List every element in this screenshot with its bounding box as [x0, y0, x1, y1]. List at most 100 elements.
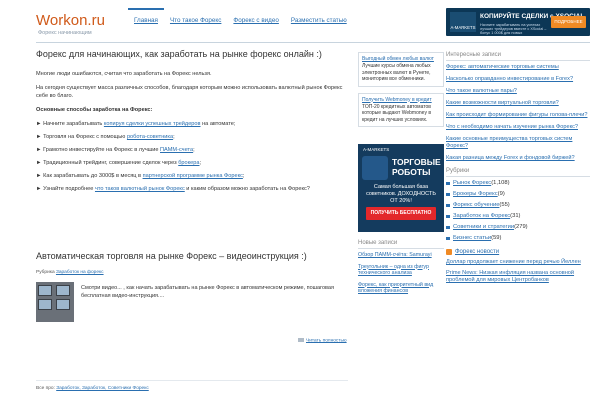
category-count: (31) [510, 213, 521, 219]
interesting-link[interactable]: Как происходит формирование фигуры голов… [446, 112, 590, 119]
recent-post-link[interactable]: Треугольник – одна из фигур технического… [358, 264, 444, 277]
trading-robots-banner[interactable]: A-MARKETS ТОРГОВЫЕ РОБОТЫ Самая большая … [358, 144, 444, 232]
news-heading: Форекс новости [446, 249, 590, 255]
header-divider [36, 42, 590, 43]
list-item-text: ► Узнайте подробнее [36, 186, 95, 192]
forex-news-link[interactable]: Форекс новости [455, 249, 499, 255]
category-link[interactable]: Заработок на форекс [56, 270, 104, 275]
robots-subtitle: Самая большая база советников. ДОХОДНОСТ… [366, 184, 436, 204]
list-item: ► Как зарабатывать до 3000$ в месяц в па… [36, 172, 348, 180]
post-thumbnail[interactable] [36, 282, 74, 322]
recent-posts-heading: Новые записи [358, 240, 444, 249]
interesting-heading: Интересные записи [446, 52, 590, 61]
article-paragraph: Многие люди ошибаются, считая что зарабо… [36, 71, 212, 77]
read-more-label: Читать полностью [306, 338, 347, 344]
category-link[interactable]: Рынок Форекс [453, 180, 491, 186]
category-link[interactable]: Бизнес статьи [453, 235, 491, 241]
news-link[interactable]: Prime News: Низкая инфляция названа осно… [446, 270, 590, 284]
category-item: Советники и стратегии (279) [446, 224, 590, 230]
nav-post-article[interactable]: Разместить статью [285, 8, 353, 28]
interesting-link[interactable]: Что с необходимо начать изучение рынка Ф… [446, 124, 590, 131]
post-divider [36, 380, 348, 381]
get-free-button[interactable]: ПОЛУЧИТЬ БЕСПЛАТНО [366, 207, 436, 220]
banner-subtitle: Начните зарабатывать на успехах лучших т… [480, 23, 547, 35]
copy-trades-link[interactable]: копируя сделки успешных трейдеров [104, 121, 201, 127]
category-count: (55) [499, 202, 510, 208]
banner-brand: A-MARKETS [450, 12, 476, 32]
rss-icon [446, 249, 452, 255]
tags-label: Все про: [36, 386, 57, 391]
list-item: ► Начните зарабатывать копируя сделки ус… [36, 120, 348, 128]
nav-forex-video[interactable]: Форекс с видео [227, 8, 284, 28]
video-post: Автоматическая торговля на рынке Форекс … [36, 250, 348, 391]
categories: Рубрики Рынок Форекс (1,108) Брокеры Фор… [446, 168, 590, 241]
post-category: Рубрика Заработок на форекс [36, 270, 348, 275]
post-tags: Все про: Заработок, Заработок, Советники… [36, 386, 149, 391]
partner-program-link[interactable]: партнерской программе рынка Форекс [143, 173, 243, 179]
list-item-text: ► Традиционный трейдинг, совершение сдел… [36, 160, 179, 166]
site-logo[interactable]: Workon.ru [36, 12, 105, 29]
interesting-link[interactable]: Что такое валютные пары? [446, 88, 590, 95]
tags-links[interactable]: Заработок, Заработок, Советники Форекс [56, 386, 149, 391]
category-item: Форекс обучение (55) [446, 202, 590, 208]
list-item: ► Узнайте подробнее что таков валютный р… [36, 185, 348, 193]
category-count: (59) [491, 235, 502, 241]
recent-posts: Новые записи Обзор ПАММ-счёта: Samurayi … [358, 240, 444, 300]
nav-what-is-forex[interactable]: Что такое Форекс [164, 8, 227, 28]
list-item-text: ► Грамотно инвестируйте на Форекс в лучш… [36, 147, 161, 153]
categories-heading: Рубрики [446, 168, 590, 177]
list-item-text: ► Как зарабатывать до 3000$ в месяц в [36, 173, 143, 179]
site-tagline: Форекс начинающим [38, 30, 92, 36]
list-item-text: и каким образом можно заработать на Форе… [184, 186, 310, 192]
news-link[interactable]: Доллар продолжает снижение перед речью Й… [446, 259, 590, 266]
interesting-link[interactable]: Какие возможности виртуальной торговли? [446, 100, 590, 107]
category-item: Рынок Форекс (1,108) [446, 180, 590, 186]
interesting-link[interactable]: Насколько оправданно инвестирование в Fo… [446, 76, 590, 83]
article-title[interactable]: Форекс для начинающих, как заработать на… [36, 48, 348, 60]
bullet-icon [446, 192, 450, 196]
broker-link[interactable]: брокера [178, 160, 199, 166]
ad-text: ТОП-20 кредитных автоматов которые выдаю… [362, 103, 431, 123]
recent-post-link[interactable]: Обзор ПАММ-счёта: Samurayi [358, 252, 444, 259]
methods-list: ► Начните зарабатывать копируя сделки ус… [36, 120, 348, 193]
bullet-icon [446, 181, 450, 185]
xsocial-banner[interactable]: A-MARKETS КОПИРУЙТЕ СДЕЛКИ с XSOCIAL Нач… [446, 8, 590, 36]
category-link[interactable]: Форекс обучение [453, 202, 499, 208]
ad-box-exchange: Выгодный обмен любых валют Лучшие курсы … [358, 52, 444, 87]
list-item: ► Торговля на Форекс с помощью робота-со… [36, 133, 348, 141]
banner-more-button[interactable]: ПОДРОБНЕЕ [551, 16, 586, 28]
interesting-link[interactable]: Форекс: автоматические торговые системы [446, 64, 590, 71]
read-more-link[interactable]: Читать полностью [298, 338, 347, 343]
main-nav: Главная Что такое Форекс Форекс с видео … [128, 8, 353, 28]
list-item-text: ; [242, 173, 245, 179]
interesting-link[interactable]: Какая разница между Forex и фондовой бир… [446, 155, 590, 162]
category-link[interactable]: Брокеры Форекс [453, 191, 498, 197]
article-body: Многие люди ошибаются, считая что зарабо… [36, 70, 348, 193]
list-item-text: ; [199, 160, 202, 166]
robot-advisor-link[interactable]: робота-советника [127, 134, 173, 140]
methods-title: Основные способы заработка на Форекс: [36, 107, 153, 113]
post-title[interactable]: Автоматическая торговля на рынке Форекс … [36, 250, 348, 262]
pamm-accounts-link[interactable]: ПАММ-счета [160, 147, 193, 153]
category-label: Рубрика [36, 270, 56, 275]
category-item: Брокеры Форекс (9) [446, 191, 590, 197]
category-count: (1,108) [491, 180, 510, 186]
category-link[interactable]: Заработок на Форекс [453, 213, 510, 219]
monitor-shape [38, 285, 52, 296]
bullet-icon [446, 214, 450, 218]
exchange-ad-link[interactable]: Выгодный обмен любых валют [362, 56, 440, 62]
what-is-forex-link[interactable]: что таков валютный рынок Форекс [95, 186, 185, 192]
recent-post-link[interactable]: Форекс, как приоритетный вид вложения фи… [358, 282, 444, 295]
webmoney-ad-link[interactable]: Получить Webmoney в кредит [362, 97, 440, 103]
list-item-text: ; [193, 147, 195, 153]
list-item: ► Грамотно инвестируйте на Форекс в лучш… [36, 146, 348, 154]
right-sidebar: Интересные записи Форекс: автоматические… [446, 52, 590, 288]
list-item-text: ► Начните зарабатывать [36, 121, 104, 127]
monitor-shape [56, 285, 70, 296]
nav-home[interactable]: Главная [128, 8, 164, 28]
bullet-icon [446, 203, 450, 207]
category-item: Бизнес статьи (59) [446, 235, 590, 241]
interesting-link[interactable]: Какие основные преимущества торговых сис… [446, 136, 590, 150]
category-link[interactable]: Советники и стратегии [453, 224, 514, 230]
category-item: Заработок на Форекс (31) [446, 213, 590, 219]
